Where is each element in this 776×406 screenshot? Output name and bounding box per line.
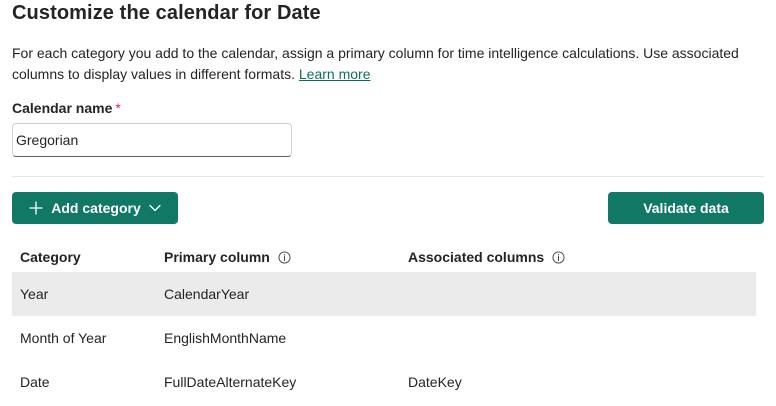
calendar-name-label: Calendar name * [12,100,121,116]
add-category-button[interactable]: Add category [12,192,178,224]
required-marker: * [115,100,121,116]
section-divider [12,176,764,177]
info-icon[interactable] [552,250,565,264]
learn-more-link[interactable]: Learn more [299,66,371,82]
column-header-primary-label: Primary column [164,249,270,265]
table-row[interactable]: Year CalendarYear [12,272,756,316]
primary-column-cell: EnglishMonthName [164,330,287,346]
category-cell: Month of Year [20,330,107,346]
table-row[interactable]: Month of Year EnglishMonthName [12,316,756,360]
validate-data-label: Validate data [643,200,729,216]
column-header-associated-label: Associated columns [408,249,545,265]
page-title: Customize the calendar for Date [12,2,321,24]
category-cell: Year [20,286,49,302]
column-header-associated-columns: Associated columns [408,249,565,265]
category-cell: Date [20,374,50,390]
column-header-category-label: Category [20,249,81,265]
info-icon[interactable] [278,250,291,264]
plus-icon [29,201,43,215]
primary-column-cell: CalendarYear [164,286,250,302]
chevron-down-icon [149,204,161,212]
column-header-primary-column: Primary column [164,249,291,265]
primary-column-cell: FullDateAlternateKey [164,374,297,390]
calendar-name-input[interactable] [12,123,292,157]
page-description: For each category you add to the calenda… [12,43,762,85]
table-row[interactable]: Date FullDateAlternateKey DateKey [12,360,756,404]
column-header-category: Category [20,249,81,265]
calendar-name-label-text: Calendar name [12,100,113,116]
validate-data-button[interactable]: Validate data [608,192,764,224]
description-text: For each category you add to the calenda… [12,45,739,82]
add-category-label: Add category [51,200,141,216]
associated-columns-cell: DateKey [408,374,462,390]
